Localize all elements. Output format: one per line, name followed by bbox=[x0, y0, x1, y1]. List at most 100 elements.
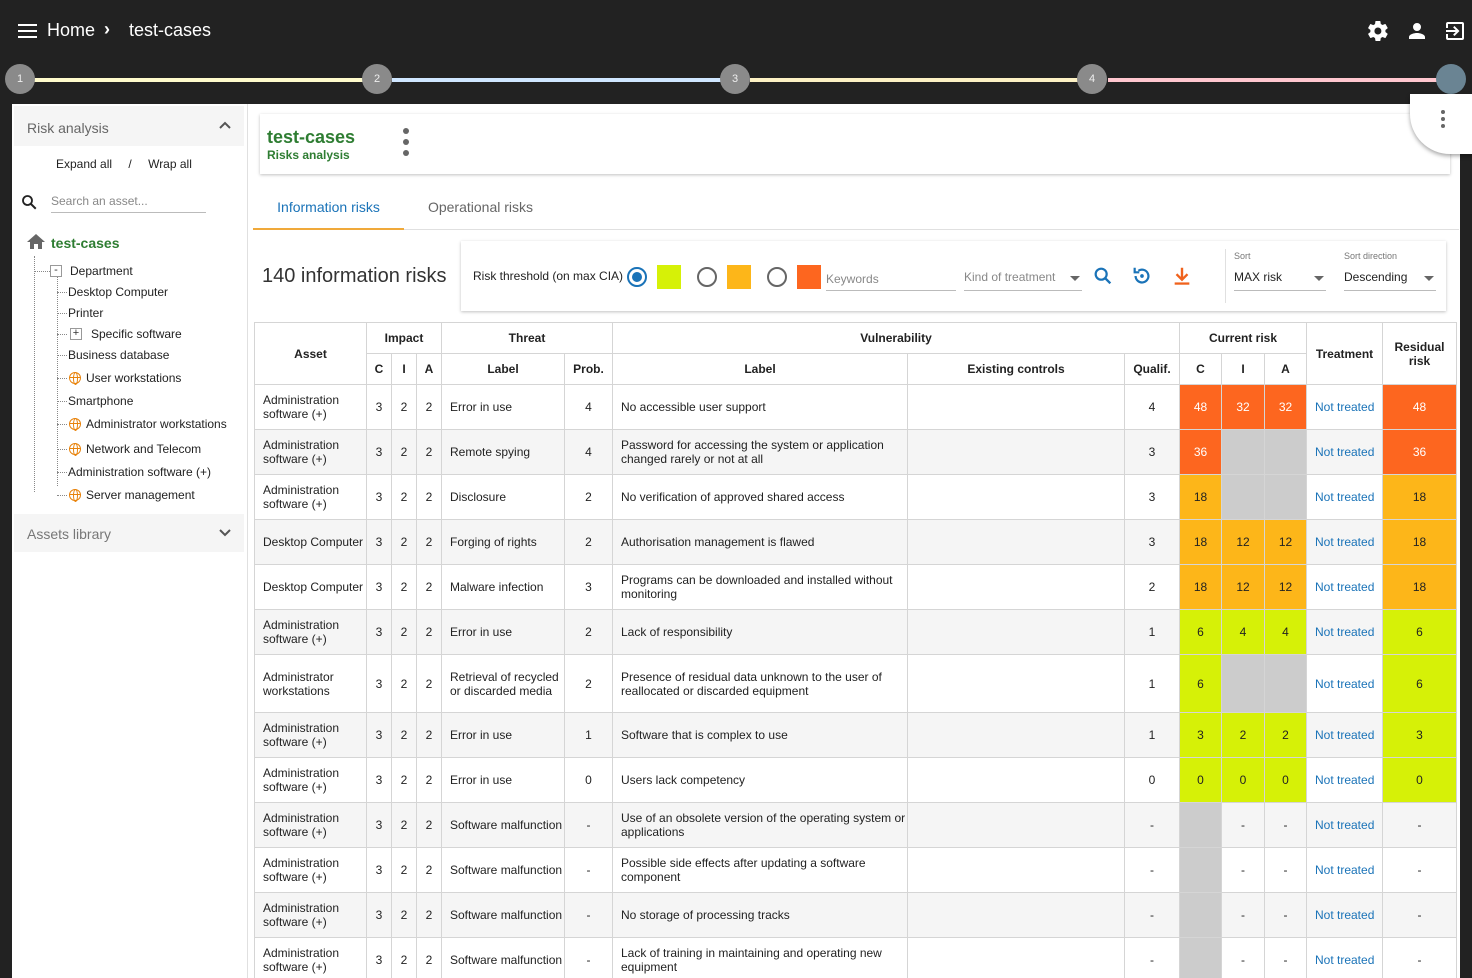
col-qualif[interactable]: Qualif. bbox=[1124, 353, 1180, 385]
export-download-icon[interactable] bbox=[1171, 265, 1193, 287]
cell-risk-a bbox=[1264, 654, 1307, 713]
cell-asset[interactable]: Administration software (+) bbox=[254, 712, 367, 758]
cell-treatment[interactable]: Not treated bbox=[1306, 802, 1383, 848]
cell-existing-controls[interactable] bbox=[907, 847, 1125, 893]
kind-of-treatment-select[interactable]: Kind of treatment bbox=[964, 267, 1082, 291]
cell-treatment[interactable]: Not treated bbox=[1306, 564, 1383, 610]
search-icon[interactable] bbox=[1092, 265, 1114, 287]
keywords-input[interactable] bbox=[826, 267, 956, 291]
gear-icon[interactable] bbox=[1366, 19, 1390, 43]
tree-item-department[interactable]: Department bbox=[70, 264, 133, 278]
step-2[interactable]: 2 bbox=[362, 64, 392, 94]
expand-all-link[interactable]: Expand all bbox=[56, 157, 112, 171]
cell-asset[interactable]: Administration software (+) bbox=[254, 757, 367, 803]
sort-select[interactable]: MAX risk bbox=[1234, 267, 1326, 291]
cell-existing-controls[interactable] bbox=[907, 429, 1125, 475]
tab-operational-risks[interactable]: Operational risks bbox=[413, 190, 548, 230]
cell-existing-controls[interactable] bbox=[907, 384, 1125, 430]
col-risk-a[interactable]: A bbox=[1264, 353, 1307, 385]
expand-toggle[interactable]: + bbox=[70, 328, 82, 340]
tree-item-printer[interactable]: Printer bbox=[68, 306, 103, 320]
cell-asset[interactable]: Administrator workstations bbox=[254, 654, 367, 713]
assets-library-panel-header[interactable]: Assets library bbox=[14, 514, 244, 552]
threshold-radio-high[interactable] bbox=[767, 267, 787, 287]
globe-icon bbox=[69, 418, 81, 431]
tree-item-business-database[interactable]: Business database bbox=[68, 348, 169, 362]
cell-asset[interactable]: Administration software (+) bbox=[254, 937, 367, 978]
cell-treatment[interactable]: Not treated bbox=[1306, 474, 1383, 520]
cell-asset[interactable]: Administration software (+) bbox=[254, 474, 367, 520]
asset-search-input[interactable] bbox=[51, 190, 206, 213]
risk-analysis-panel-header[interactable]: Risk analysis bbox=[14, 106, 244, 146]
cell-existing-controls[interactable] bbox=[907, 609, 1125, 655]
cell-treatment[interactable]: Not treated bbox=[1306, 937, 1383, 978]
globe-icon bbox=[69, 489, 81, 502]
col-existing-controls: Existing controls bbox=[907, 353, 1125, 385]
cell-impact-a: 2 bbox=[416, 757, 442, 803]
step-4[interactable]: 4 bbox=[1077, 64, 1107, 94]
col-residual-risk[interactable]: Residual risk bbox=[1382, 322, 1457, 385]
cell-vulnerability: Authorisation management is flawed bbox=[612, 519, 908, 565]
cell-treatment[interactable]: Not treated bbox=[1306, 712, 1383, 758]
wrap-all-link[interactable]: Wrap all bbox=[148, 157, 192, 171]
cell-asset[interactable]: Administration software (+) bbox=[254, 384, 367, 430]
logout-icon[interactable] bbox=[1443, 19, 1467, 43]
cell-asset[interactable]: Administration software (+) bbox=[254, 609, 367, 655]
cell-existing-controls[interactable] bbox=[907, 802, 1125, 848]
tree-item-administration-software[interactable]: Administration software (+) bbox=[68, 465, 211, 479]
cell-existing-controls[interactable] bbox=[907, 712, 1125, 758]
cell-treatment[interactable]: Not treated bbox=[1306, 384, 1383, 430]
cell-existing-controls[interactable] bbox=[907, 474, 1125, 520]
cell-treatment[interactable]: Not treated bbox=[1306, 429, 1383, 475]
breadcrumb-home[interactable]: Home bbox=[47, 20, 95, 41]
cell-existing-controls[interactable] bbox=[907, 519, 1125, 565]
cell-asset[interactable]: Desktop Computer bbox=[254, 564, 367, 610]
cell-treatment[interactable]: Not treated bbox=[1306, 654, 1383, 713]
cell-existing-controls[interactable] bbox=[907, 654, 1125, 713]
step-5[interactable] bbox=[1436, 64, 1466, 94]
cell-treatment[interactable]: Not treated bbox=[1306, 519, 1383, 565]
col-vuln-label[interactable]: Label bbox=[612, 353, 908, 385]
col-threat-prob[interactable]: Prob. bbox=[564, 353, 613, 385]
tree-item-specific-software[interactable]: Specific software bbox=[91, 327, 182, 341]
cell-treatment[interactable]: Not treated bbox=[1306, 609, 1383, 655]
threshold-radio-low[interactable] bbox=[627, 267, 647, 287]
collapse-toggle[interactable]: - bbox=[50, 265, 62, 277]
tree-item-desktop-computer[interactable]: Desktop Computer bbox=[68, 285, 168, 299]
more-vert-icon[interactable] bbox=[402, 128, 410, 162]
step-3[interactable]: 3 bbox=[720, 64, 750, 94]
cell-existing-controls[interactable] bbox=[907, 892, 1125, 938]
cell-existing-controls[interactable] bbox=[907, 937, 1125, 978]
cell-threat: Software malfunction bbox=[441, 847, 565, 893]
cell-treatment[interactable]: Not treated bbox=[1306, 757, 1383, 803]
step-1[interactable]: 1 bbox=[5, 64, 35, 94]
tab-information-risks[interactable]: Information risks bbox=[253, 190, 404, 230]
tree-item-user-workstations[interactable]: User workstations bbox=[86, 371, 181, 385]
cell-treatment[interactable]: Not treated bbox=[1306, 847, 1383, 893]
col-asset[interactable]: Asset bbox=[254, 322, 367, 385]
sort-direction-select[interactable]: Descending bbox=[1344, 267, 1436, 291]
cell-impact-i: 2 bbox=[391, 519, 417, 565]
tree-root[interactable]: test-cases bbox=[51, 235, 120, 251]
assets-library-title: Assets library bbox=[27, 526, 112, 542]
col-risk-i[interactable]: I bbox=[1221, 353, 1265, 385]
tree-item-smartphone[interactable]: Smartphone bbox=[68, 394, 133, 408]
cell-existing-controls[interactable] bbox=[907, 757, 1125, 803]
user-icon[interactable] bbox=[1405, 19, 1429, 43]
cell-qualif: 3 bbox=[1124, 474, 1180, 520]
tree-item-administrator-workstations[interactable]: Administrator workstations bbox=[86, 417, 227, 431]
cell-asset[interactable]: Administration software (+) bbox=[254, 429, 367, 475]
col-risk-c[interactable]: C bbox=[1179, 353, 1222, 385]
col-threat-label[interactable]: Label bbox=[441, 353, 565, 385]
cell-asset[interactable]: Administration software (+) bbox=[254, 802, 367, 848]
tree-item-server-management[interactable]: Server management bbox=[86, 488, 195, 502]
threshold-radio-medium[interactable] bbox=[697, 267, 717, 287]
menu-icon[interactable] bbox=[18, 24, 37, 38]
cell-treatment[interactable]: Not treated bbox=[1306, 892, 1383, 938]
cell-asset[interactable]: Administration software (+) bbox=[254, 847, 367, 893]
cell-asset[interactable]: Desktop Computer bbox=[254, 519, 367, 565]
reset-filters-icon[interactable] bbox=[1131, 265, 1153, 287]
tree-item-network-telecom[interactable]: Network and Telecom bbox=[86, 442, 201, 456]
cell-asset[interactable]: Administration software (+) bbox=[254, 892, 367, 938]
cell-existing-controls[interactable] bbox=[907, 564, 1125, 610]
